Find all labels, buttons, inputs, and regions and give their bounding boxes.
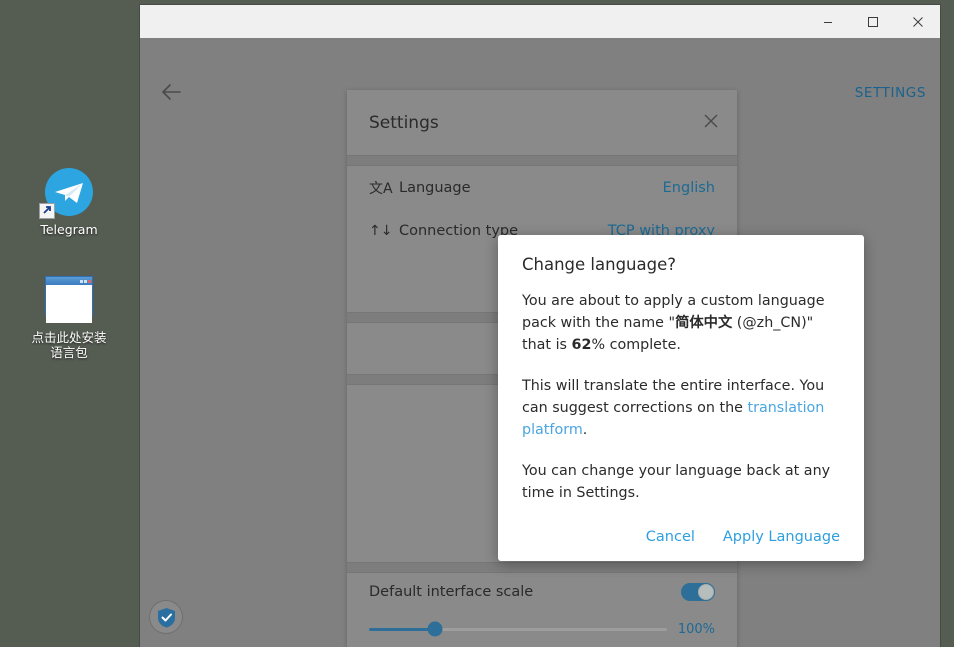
paper-plane-icon (54, 182, 84, 204)
dialog-paragraph-3: You can change your language back at any… (522, 460, 840, 504)
close-button[interactable] (895, 5, 940, 38)
window-document-icon (45, 276, 93, 324)
minimize-button[interactable] (805, 5, 850, 38)
maximize-icon (867, 16, 879, 28)
back-button[interactable] (160, 83, 182, 105)
dialog-paragraph-1: You are about to apply a custom language… (522, 290, 840, 356)
connection-arrows-icon: ↑↓ (369, 223, 399, 239)
desktop-icon-label: Telegram (14, 222, 124, 237)
interface-scale-value: 100% (677, 622, 715, 637)
arrow-left-icon (160, 83, 182, 101)
dialog-language-name: 简体中文 (675, 315, 732, 331)
page-title: SETTINGS (855, 85, 926, 101)
translate-icon: 文A (369, 178, 399, 198)
dialog-text-post: . (583, 422, 588, 438)
shield-check-icon[interactable] (150, 601, 182, 633)
dialog-title: Change language? (522, 255, 840, 274)
dialog-completion-pct: 62 (572, 337, 592, 353)
desktop-icon-language-pack[interactable]: 点击此处安装 语言包 (14, 272, 124, 360)
dialog-text-post: % complete. (591, 337, 680, 353)
cancel-button[interactable]: Cancel (646, 529, 695, 545)
settings-row-value[interactable]: English (663, 180, 715, 196)
minimize-icon (822, 16, 834, 28)
settings-panel-title: Settings (369, 113, 439, 133)
toggle-knob (698, 584, 714, 600)
interface-scale-slider[interactable] (369, 628, 667, 631)
shield-glyph (157, 607, 176, 628)
slider-fill (369, 628, 435, 631)
settings-row-language[interactable]: 文A Language English (347, 166, 737, 209)
dialog-paragraph-2: This will translate the entire interface… (522, 375, 840, 441)
close-icon (912, 16, 924, 28)
desktop-icon-label: 点击此处安装 语言包 (14, 330, 124, 360)
app-content-dimmed: SETTINGS Settings 文A Language English ↑↓… (140, 38, 940, 647)
telegram-plane-icon (45, 168, 93, 216)
settings-close-button[interactable] (703, 113, 719, 133)
dialog-actions: Cancel Apply Language (522, 523, 840, 545)
settings-row-label: Language (399, 180, 663, 196)
maximize-button[interactable] (850, 5, 895, 38)
apply-language-button[interactable]: Apply Language (723, 529, 840, 545)
interface-scale-toggle[interactable] (681, 583, 715, 601)
window-titlebar (140, 5, 940, 38)
interface-scale-label: Default interface scale (369, 584, 533, 600)
interface-scale-section: Default interface scale 100% (347, 570, 737, 644)
section-divider (347, 155, 737, 166)
desktop-icon-telegram[interactable]: Telegram (14, 168, 124, 237)
change-language-dialog: Change language? You are about to apply … (498, 235, 864, 561)
slider-thumb[interactable] (427, 622, 442, 637)
settings-panel-header: Settings (347, 90, 737, 155)
shortcut-overlay-icon (39, 203, 55, 219)
telegram-window: SETTINGS Settings 文A Language English ↑↓… (140, 5, 940, 647)
close-icon (703, 113, 719, 129)
